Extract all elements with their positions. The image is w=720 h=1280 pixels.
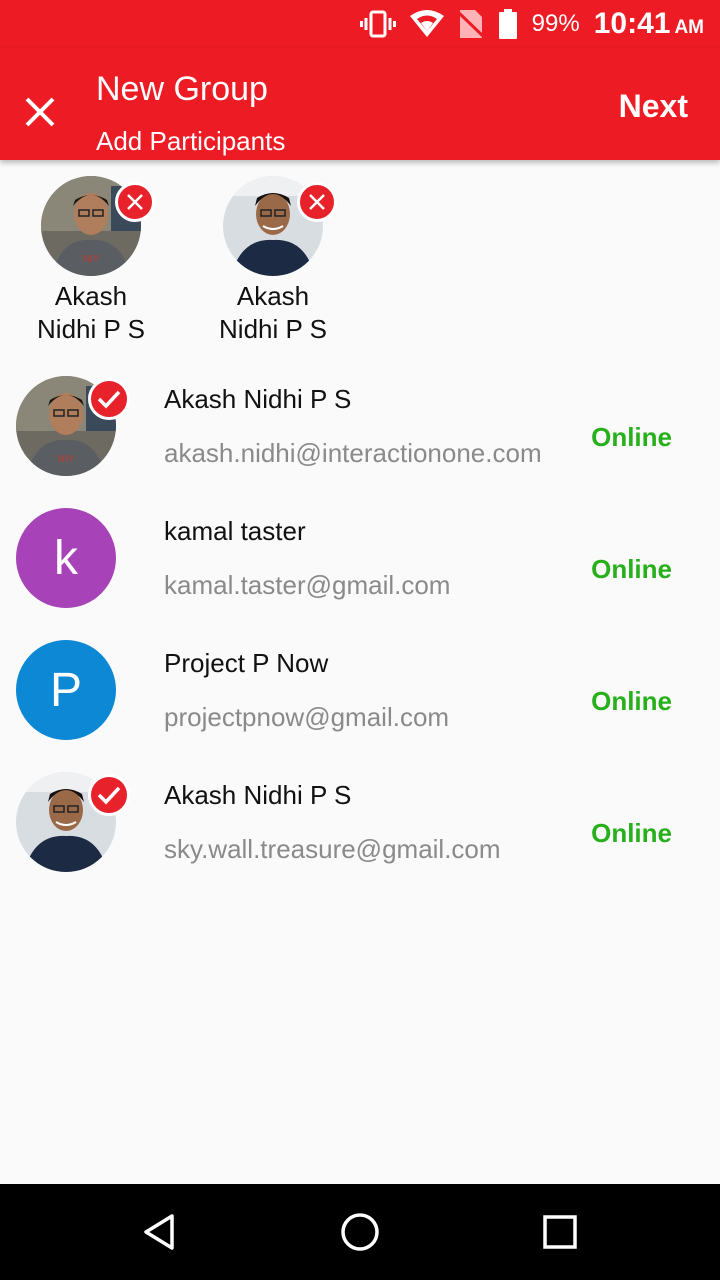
battery-percent: 99% (531, 10, 580, 37)
page-subtitle: Add Participants (96, 126, 286, 156)
participant-name-line1: Akash (54, 281, 128, 311)
contact-name: Project P Now (164, 648, 329, 678)
next-button[interactable]: Next (619, 88, 688, 125)
status-bar: 99% 10:41 AM (0, 0, 720, 48)
svg-text:NIY: NIY (58, 454, 75, 465)
participant-name: Akash Nidhi P S (198, 280, 348, 346)
checkmark-icon (97, 390, 121, 409)
vibrate-icon (359, 9, 396, 39)
selected-checkmark (88, 774, 130, 816)
list-item[interactable]: k kamal taster kamal.taster@gmail.com On… (0, 492, 720, 624)
no-sim-icon (457, 9, 484, 39)
selected-checkmark (88, 378, 130, 420)
participant-name: Akash Nidhi P S (16, 280, 166, 346)
participant-name-line2: Nidhi P S (219, 314, 327, 344)
contact-name: kamal taster (164, 516, 306, 546)
contact-email: akash.nidhi@interactionone.com (164, 438, 542, 468)
selected-participant-chip: NIY Akash Nidhi P S (16, 176, 166, 346)
status-badge: Online (591, 554, 672, 584)
checkmark-icon (97, 786, 121, 805)
status-icons: 99% 10:41 AM (359, 0, 704, 48)
clock-ampm: AM (674, 17, 704, 38)
wifi-icon (409, 10, 444, 38)
home-icon (341, 1213, 379, 1251)
participant-name-line2: Nidhi P S (37, 314, 145, 344)
selected-participants: NIY Akash Nidhi P S Akash Nidhi P S (0, 160, 720, 360)
contact-email: sky.wall.treasure@gmail.com (164, 834, 501, 864)
status-badge: Online (591, 818, 672, 848)
contact-name: Akash Nidhi P S (164, 780, 352, 810)
battery-icon (498, 9, 518, 39)
list-item[interactable]: P Project P Now projectpnow@gmail.com On… (0, 624, 720, 756)
navigation-bar (0, 1184, 720, 1280)
back-icon (144, 1214, 174, 1250)
contact-name: Akash Nidhi P S (164, 384, 352, 414)
contact-email: projectpnow@gmail.com (164, 702, 450, 732)
app-bar: New Group Add Participants Next (0, 48, 720, 160)
remove-participant-button[interactable] (297, 182, 337, 222)
participant-name-line1: Akash (236, 281, 310, 311)
recents-button[interactable] (536, 1208, 584, 1256)
back-button[interactable] (136, 1208, 184, 1256)
selected-participant-chip: Akash Nidhi P S (198, 176, 348, 346)
clock-time: 10:41 (593, 7, 671, 40)
clock: 10:41 AM (594, 7, 704, 41)
list-item[interactable]: NIY Akash Nidhi P S akash.nidhi@interact… (0, 360, 720, 492)
remove-participant-button[interactable] (115, 182, 155, 222)
close-button[interactable] (20, 92, 60, 132)
home-button[interactable] (336, 1208, 384, 1256)
status-badge: Online (591, 422, 672, 452)
list-item[interactable]: Akash Nidhi P S sky.wall.treasure@gmail.… (0, 756, 720, 888)
status-badge: Online (591, 686, 672, 716)
contact-email: kamal.taster@gmail.com (164, 570, 451, 600)
page-title: New Group (96, 70, 268, 108)
close-icon (127, 194, 143, 210)
close-icon (309, 194, 325, 210)
recents-icon (543, 1215, 577, 1249)
avatar: P (16, 640, 116, 740)
avatar: k (16, 508, 116, 608)
close-icon (25, 97, 55, 127)
svg-text:NIY: NIY (83, 254, 100, 265)
